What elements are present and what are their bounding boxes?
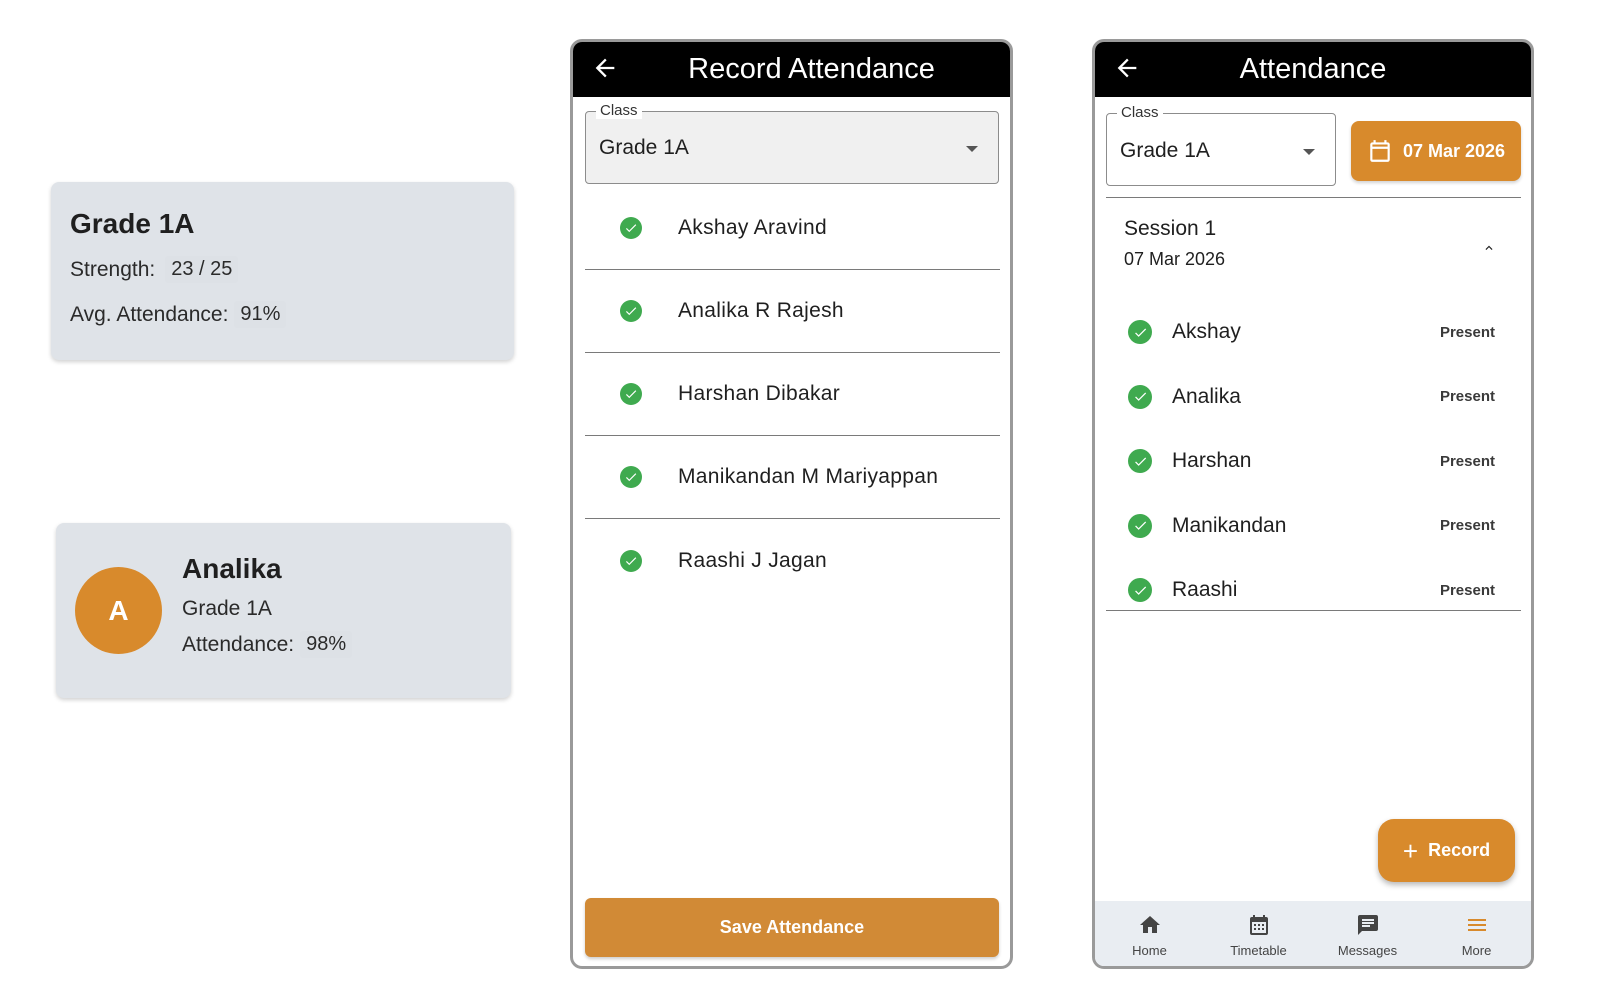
student-name: Akshay <box>1172 320 1241 344</box>
avatar: A <box>75 567 162 654</box>
session-header[interactable]: Session 1 07 Mar 2026 <box>1124 217 1504 270</box>
attendance-screen: Attendance Class Grade 1A 07 Mar 2026 Se… <box>1092 39 1534 969</box>
attendance-row[interactable]: Analika Present <box>1106 365 1521 430</box>
student-name: Harshan <box>1172 449 1252 473</box>
nav-label: Messages <box>1337 942 1398 958</box>
student-row[interactable]: Analika R Rajesh <box>585 270 1000 353</box>
student-row[interactable]: Harshan Dibakar <box>585 353 1000 436</box>
attendance-row[interactable]: Akshay Present <box>1106 300 1521 365</box>
app-bar: Record Attendance <box>573 42 1010 97</box>
dropdown-arrow-icon <box>966 146 978 152</box>
status-label: Present <box>1439 388 1495 406</box>
attendance-row[interactable]: Manikandan Present <box>1106 494 1521 559</box>
app-bar: Attendance <box>1095 42 1531 97</box>
status-label: Present <box>1439 581 1495 599</box>
student-attendance-row: Attendance: 98% <box>182 631 353 658</box>
student-info: Analika Grade 1A Attendance: 98% <box>182 553 353 668</box>
divider <box>1106 197 1521 198</box>
back-arrow-icon[interactable] <box>1113 54 1141 82</box>
student-grade: Grade 1A <box>182 597 272 620</box>
plus-icon: + <box>1402 835 1419 866</box>
student-name: Akshay Aravind <box>678 216 827 239</box>
student-name: Raashi <box>1172 578 1238 602</box>
nav-label: More <box>1461 942 1492 958</box>
student-row[interactable]: Akshay Aravind <box>585 187 1000 270</box>
record-fab-button[interactable]: + Record <box>1378 819 1515 882</box>
session-title: Session 1 <box>1124 217 1217 240</box>
attendance-row[interactable]: Raashi Present <box>1106 558 1521 623</box>
strength-value: 23 / 25 <box>165 256 239 283</box>
back-arrow-icon[interactable] <box>591 54 619 82</box>
class-select[interactable]: Class Grade 1A <box>1106 104 1336 186</box>
page-title: Attendance <box>1239 53 1387 85</box>
student-name: Analika R Rajesh <box>678 299 844 322</box>
student-attendance-value: 98% <box>300 631 353 658</box>
status-label: Present <box>1439 517 1495 535</box>
student-row[interactable]: Raashi J Jagan <box>585 519 1000 602</box>
class-select-label: Class <box>596 102 642 119</box>
check-circle-icon[interactable] <box>620 549 642 572</box>
student-name: Raashi J Jagan <box>678 548 827 572</box>
check-circle-icon <box>1128 449 1152 474</box>
attendance-row[interactable]: Harshan Present <box>1106 429 1521 494</box>
message-icon <box>1357 914 1378 935</box>
student-name: Analika <box>1172 384 1241 408</box>
chevron-up-icon[interactable] <box>1482 241 1496 255</box>
avg-attendance-label: Avg. Attendance: <box>70 302 229 326</box>
status-label: Present <box>1439 452 1495 470</box>
page-title: Record Attendance <box>688 53 935 85</box>
menu-icon <box>1467 918 1486 931</box>
check-circle-icon[interactable] <box>620 217 642 239</box>
class-select-value: Grade 1A <box>599 136 689 159</box>
date-picker-button[interactable]: 07 Mar 2026 <box>1351 121 1521 181</box>
date-button-label: 07 Mar 2026 <box>1402 140 1506 161</box>
nav-label: Home <box>1132 942 1167 958</box>
class-title: Grade 1A <box>70 208 195 239</box>
nav-item-messages[interactable]: Messages <box>1313 901 1422 966</box>
check-circle-icon[interactable] <box>620 383 642 405</box>
student-name: Analika <box>182 553 282 584</box>
class-select-value: Grade 1A <box>1120 139 1210 162</box>
nav-item-timetable[interactable]: Timetable <box>1204 901 1313 966</box>
nav-item-more[interactable]: More <box>1422 901 1531 966</box>
student-list: Akshay Aravind Analika R Rajesh Harshan … <box>585 187 1000 602</box>
student-summary-card[interactable]: A Analika Grade 1A Attendance: 98% <box>56 523 511 698</box>
student-name: Manikandan <box>1172 513 1287 537</box>
check-circle-icon <box>1128 320 1152 345</box>
record-attendance-screen: Record Attendance Class Grade 1A Akshay … <box>570 39 1013 969</box>
session-date: 07 Mar 2026 <box>1124 249 1226 269</box>
class-select-label: Class <box>1117 104 1163 121</box>
check-circle-icon <box>1128 578 1152 603</box>
status-label: Present <box>1439 323 1495 341</box>
home-icon <box>1139 915 1160 933</box>
check-circle-icon[interactable] <box>620 300 642 322</box>
bottom-navigation: Home Timetable Messages More <box>1095 901 1531 966</box>
dropdown-arrow-icon <box>1303 149 1315 155</box>
calendar-icon <box>1249 914 1268 935</box>
fab-label: Record <box>1428 840 1491 860</box>
strength-row: Strength: 23 / 25 <box>70 256 495 283</box>
student-name: Harshan Dibakar <box>678 382 841 405</box>
class-summary-card[interactable]: Grade 1A Strength: 23 / 25 Avg. Attendan… <box>51 182 514 360</box>
avg-attendance-value: 91% <box>234 301 287 328</box>
class-select[interactable]: Class Grade 1A <box>585 102 999 184</box>
nav-item-home[interactable]: Home <box>1095 901 1204 966</box>
check-circle-icon <box>1128 513 1152 538</box>
save-attendance-button[interactable]: Save Attendance <box>585 898 999 957</box>
student-attendance-label: Attendance: <box>182 632 295 656</box>
check-circle-icon <box>1128 384 1152 409</box>
attendance-list: Akshay Present Analika Present Harshan P… <box>1106 300 1521 623</box>
divider <box>1106 610 1521 611</box>
avg-attendance-row: Avg. Attendance: 91% <box>70 301 495 328</box>
nav-label: Timetable <box>1230 942 1287 958</box>
student-row[interactable]: Manikandan M Mariyappan <box>585 436 1000 519</box>
check-circle-icon[interactable] <box>620 466 642 488</box>
student-name: Manikandan M Mariyappan <box>678 465 939 488</box>
calendar-icon <box>1370 140 1390 162</box>
strength-label: Strength: <box>70 257 156 281</box>
